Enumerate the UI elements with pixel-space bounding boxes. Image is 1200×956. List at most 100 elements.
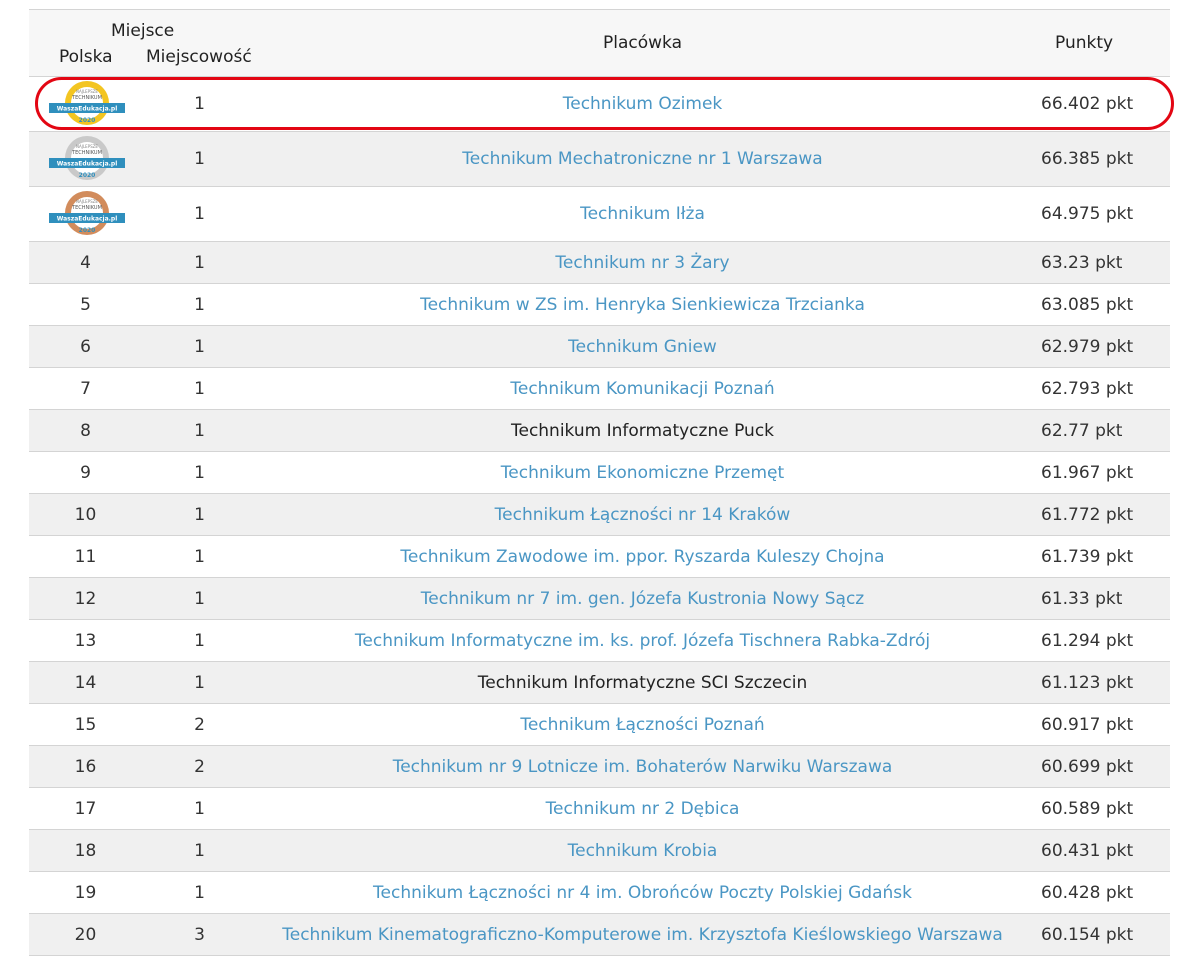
school-link[interactable]: Technikum Łączności Poznań <box>520 715 764 735</box>
header-place-group: Miejsce Polska Miejscowość <box>29 10 257 76</box>
table-row: 14 1 Technikum Informatyczne SCI Szczecin 6… <box>29 662 1170 704</box>
school-link[interactable]: Technikum Łączności nr 14 Kraków <box>495 505 791 525</box>
points-value: 61.772 pkt <box>1041 504 1134 525</box>
rank-badge: NAJLEPSZE TECHNIKUM WaszaEdukacja.pl 2020 <box>29 132 142 186</box>
school-link[interactable]: Technikum Ozimek <box>563 94 723 114</box>
school-link[interactable]: Technikum w ZS im. Henryka Sienkiewicza … <box>420 295 865 315</box>
rank-miejscowosc: 1 <box>194 672 205 693</box>
school-name-cell: Technikum Łączności nr 14 Kraków <box>257 505 1028 525</box>
table-row: 17 1 Technikum nr 2 Dębica 60.589 pkt <box>29 788 1170 830</box>
school-name-cell: Technikum Iłża <box>257 204 1028 224</box>
header-miejscowosc: Miejscowość <box>146 47 252 67</box>
rank-polska: 4 <box>80 252 91 273</box>
table-row: 10 1 Technikum Łączności nr 14 Kraków 61.77… <box>29 494 1170 536</box>
svg-text:WaszaEdukacja.pl: WaszaEdukacja.pl <box>57 161 118 168</box>
school-link[interactable]: Technikum nr 7 im. gen. Józefa Kustronia… <box>421 589 864 609</box>
table-row: 20 3 Technikum Kinematograficzno-Komputero… <box>29 914 1170 956</box>
rank-miejscowosc: 1 <box>194 149 205 169</box>
table-row: 11 1 Technikum Zawodowe im. ppor. Ryszarda… <box>29 536 1170 578</box>
school-link[interactable]: Technikum Ekonomiczne Przemęt <box>501 463 784 483</box>
svg-text:NAJLEPSZE: NAJLEPSZE <box>76 199 98 204</box>
school-name-cell: Technikum Zawodowe im. ppor. Ryszarda Ku… <box>257 547 1028 567</box>
school-link[interactable]: Technikum Mechatroniczne nr 1 Warszawa <box>462 149 822 169</box>
table-body: NAJLEPSZE TECHNIKUM WaszaEdukacja.pl 2020 1 T… <box>29 77 1170 956</box>
school-link[interactable]: Technikum Iłża <box>580 204 705 224</box>
points-value: 61.33 pkt <box>1041 588 1123 609</box>
ranking-table: Miejsce Polska Miejscowość Placówka Punk… <box>29 9 1170 956</box>
school-link[interactable]: Technikum Informatyczne im. ks. prof. Jó… <box>355 631 930 651</box>
school-name-cell: Technikum nr 3 Żary <box>257 253 1028 273</box>
rank-miejscowosc: 1 <box>194 294 205 315</box>
rank-miejscowosc: 1 <box>194 94 205 114</box>
school-name-cell: Technikum Mechatroniczne nr 1 Warszawa <box>257 149 1028 169</box>
school-link[interactable]: Technikum nr 9 Lotnicze im. Bohaterów Na… <box>393 757 893 777</box>
svg-text:TECHNIKUM: TECHNIKUM <box>71 150 102 156</box>
gold-medal-icon: NAJLEPSZETECHNIKUM WaszaEdukacja.pl 2020 <box>49 81 125 125</box>
school-name-cell: Technikum nr 2 Dębica <box>257 799 1028 819</box>
rank-polska: 5 <box>80 294 91 315</box>
points-value: 66.385 pkt <box>1041 149 1134 169</box>
table-row: NAJLEPSZE TECHNIKUM WaszaEdukacja.pl 2020 1 T… <box>29 187 1170 242</box>
svg-text:NAJLEPSZE: NAJLEPSZE <box>76 89 98 94</box>
school-name-cell: Technikum Kinematograficzno-Komputerowe … <box>257 925 1028 945</box>
table-row: 9 1 Technikum Ekonomiczne Przemęt 61.967 pk… <box>29 452 1170 494</box>
table-header: Miejsce Polska Miejscowość Placówka Punk… <box>29 10 1170 77</box>
school-name-cell: Technikum Łączności Poznań <box>257 715 1028 735</box>
rank-miejscowosc: 2 <box>194 714 205 735</box>
table-row: 12 1 Technikum nr 7 im. gen. Józefa Kustro… <box>29 578 1170 620</box>
rank-miejscowosc: 1 <box>194 504 205 525</box>
table-row: NAJLEPSZE TECHNIKUM WaszaEdukacja.pl 2020 1 T… <box>29 77 1170 132</box>
rank-badge: NAJLEPSZE TECHNIKUM WaszaEdukacja.pl 2020 <box>29 77 142 131</box>
school-link[interactable]: Technikum Komunikacji Poznań <box>510 379 774 399</box>
header-placowka: Placówka <box>602 33 682 53</box>
points-value: 64.975 pkt <box>1041 204 1134 224</box>
silver-medal-icon: NAJLEPSZETECHNIKUM WaszaEdukacja.pl 2020 <box>49 136 125 180</box>
rank-miejscowosc: 1 <box>194 840 205 861</box>
school-name-cell: Technikum Informatyczne im. ks. prof. Jó… <box>257 631 1028 651</box>
school-name-cell: Technikum nr 7 im. gen. Józefa Kustronia… <box>257 589 1028 609</box>
table-row: 16 2 Technikum nr 9 Lotnicze im. Bohaterów… <box>29 746 1170 788</box>
school-link[interactable]: Technikum Krobia <box>568 841 718 861</box>
school-link[interactable]: Technikum Łączności nr 4 im. Obrońców Po… <box>373 883 912 903</box>
rank-polska: 13 <box>74 630 97 651</box>
rank-miejscowosc: 1 <box>194 378 205 399</box>
points-value: 61.294 pkt <box>1041 630 1134 651</box>
rank-polska: 15 <box>74 714 97 735</box>
school-name-cell: Technikum w ZS im. Henryka Sienkiewicza … <box>257 295 1028 315</box>
school-link[interactable]: Technikum nr 2 Dębica <box>546 799 740 819</box>
rank-polska: 20 <box>74 924 97 945</box>
school-link[interactable]: Technikum Zawodowe im. ppor. Ryszarda Ku… <box>400 547 884 567</box>
points-value: 61.739 pkt <box>1041 546 1134 567</box>
points-value: 61.967 pkt <box>1041 462 1134 483</box>
points-value: 60.699 pkt <box>1041 756 1134 777</box>
rank-miejscowosc: 2 <box>194 756 205 777</box>
points-value: 60.428 pkt <box>1041 882 1134 903</box>
school-link[interactable]: Technikum Kinematograficzno-Komputerowe … <box>282 925 1003 945</box>
points-value: 61.123 pkt <box>1041 672 1134 693</box>
school-name-cell: Technikum Informatyczne Puck <box>257 421 1028 441</box>
table-row: 15 2 Technikum Łączności Poznań 60.917 pkt <box>29 704 1170 746</box>
svg-text:TECHNIKUM: TECHNIKUM <box>71 205 102 211</box>
school-name: Technikum Informatyczne SCI Szczecin <box>477 672 808 693</box>
school-link[interactable]: Technikum Gniew <box>568 337 717 357</box>
rank-miejscowosc: 1 <box>194 546 205 567</box>
svg-text:NAJLEPSZE: NAJLEPSZE <box>76 144 98 149</box>
points-value: 62.77 pkt <box>1041 420 1123 441</box>
svg-text:2020: 2020 <box>79 227 96 234</box>
header-punkty: Punkty <box>1055 33 1114 53</box>
rank-polska: 17 <box>74 798 97 819</box>
rank-polska: 11 <box>74 546 97 567</box>
table-row: 18 1 Technikum Krobia 60.431 pkt <box>29 830 1170 872</box>
points-value: 63.085 pkt <box>1041 294 1134 315</box>
header-miejsce: Miejsce <box>111 21 175 41</box>
rank-miejscowosc: 1 <box>194 336 205 357</box>
school-link[interactable]: Technikum nr 3 Żary <box>555 253 729 273</box>
rank-miejscowosc: 1 <box>194 882 205 903</box>
rank-miejscowosc: 1 <box>194 798 205 819</box>
points-value: 60.431 pkt <box>1041 840 1134 861</box>
header-polska: Polska <box>59 47 113 67</box>
svg-text:2020: 2020 <box>79 117 96 124</box>
rank-polska: 16 <box>74 756 97 777</box>
rank-miejscowosc: 1 <box>194 204 205 224</box>
table-row: 7 1 Technikum Komunikacji Poznań 62.793 pkt <box>29 368 1170 410</box>
